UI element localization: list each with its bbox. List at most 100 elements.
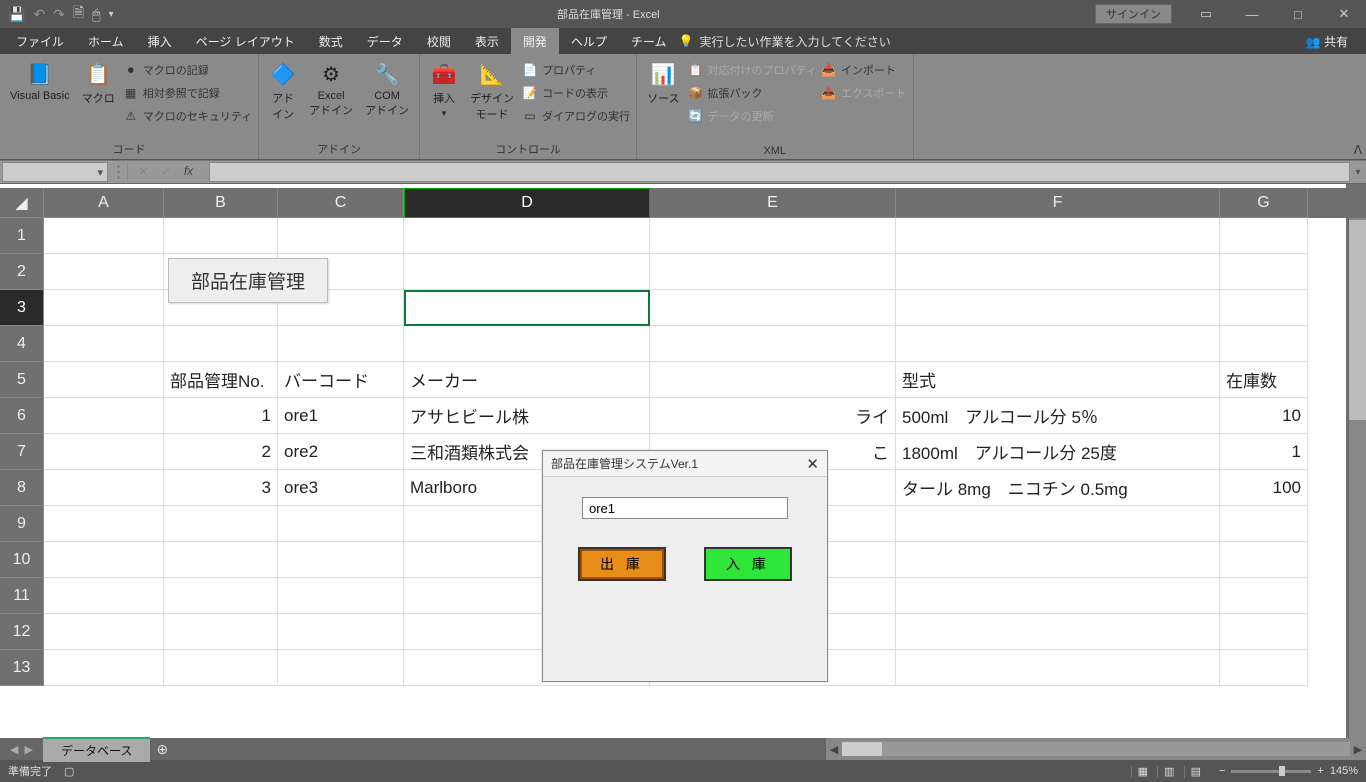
sheet-tab[interactable]: データベース	[43, 737, 150, 762]
col-B[interactable]: B	[164, 188, 278, 218]
tab-view[interactable]: 表示	[463, 28, 511, 54]
col-F[interactable]: F	[896, 188, 1220, 218]
cell[interactable]	[896, 578, 1220, 614]
col-C[interactable]: C	[278, 188, 404, 218]
zoom-out-icon[interactable]: −	[1219, 765, 1225, 777]
relative-ref-button[interactable]: ▦相対参照で記録	[123, 83, 252, 103]
cell[interactable]	[1220, 254, 1308, 290]
scroll-left-icon[interactable]: ◀	[826, 743, 842, 756]
cell[interactable]	[164, 326, 278, 362]
cell[interactable]: ore1	[278, 398, 404, 434]
tab-formulas[interactable]: 数式	[307, 28, 355, 54]
row-7[interactable]: 7	[0, 434, 44, 470]
cell[interactable]	[278, 614, 404, 650]
formula-input[interactable]	[209, 162, 1350, 182]
cell[interactable]	[44, 650, 164, 686]
row-3[interactable]: 3	[0, 290, 44, 326]
cell[interactable]	[650, 362, 896, 398]
cell[interactable]	[650, 254, 896, 290]
zoom-in-icon[interactable]: +	[1317, 765, 1323, 777]
enter-formula-icon[interactable]: ✓	[161, 164, 172, 180]
cell[interactable]: タール 8mg ニコチン 0.5mg	[896, 470, 1220, 506]
col-E[interactable]: E	[650, 188, 896, 218]
header-cell[interactable]: 在庫数	[1220, 362, 1308, 398]
cell[interactable]	[44, 434, 164, 470]
cell[interactable]	[44, 362, 164, 398]
cell[interactable]	[44, 614, 164, 650]
cell[interactable]: 2	[164, 434, 278, 470]
cell[interactable]: ore3	[278, 470, 404, 506]
normal-view-icon[interactable]: ▦	[1131, 766, 1154, 778]
macros-button[interactable]: 📋 マクロ	[78, 56, 119, 106]
record-macro-status-icon[interactable]: ▢	[64, 765, 74, 778]
horizontal-scrollbar[interactable]: ◀ ▶	[826, 738, 1366, 760]
namebox-expand-icon[interactable]: ⋮	[110, 162, 128, 182]
cell[interactable]	[278, 506, 404, 542]
cell[interactable]	[44, 578, 164, 614]
cell[interactable]	[1220, 614, 1308, 650]
tab-pagelayout[interactable]: ページ レイアウト	[184, 28, 307, 54]
qat-dropdown-icon[interactable]: ▾	[109, 9, 114, 20]
page-layout-view-icon[interactable]: ▥	[1157, 766, 1180, 778]
cell[interactable]	[278, 326, 404, 362]
cell[interactable]: 3	[164, 470, 278, 506]
cell[interactable]: 1	[1220, 434, 1308, 470]
row-5[interactable]: 5	[0, 362, 44, 398]
cell[interactable]	[404, 326, 650, 362]
tell-me[interactable]: 💡 実行したい作業を入力してください	[679, 33, 891, 50]
collapse-ribbon-icon[interactable]: ᐱ	[1354, 143, 1362, 157]
cell[interactable]	[404, 218, 650, 254]
tab-nav[interactable]: ◀▶	[0, 743, 43, 756]
cell[interactable]	[164, 542, 278, 578]
ribbon-options-icon[interactable]: ▭	[1184, 0, 1228, 28]
dialog-close-icon[interactable]: ✕	[806, 455, 819, 473]
view-code-button[interactable]: 📝コードの表示	[522, 83, 630, 103]
visual-basic-button[interactable]: 📘 Visual Basic	[6, 56, 74, 102]
record-macro-button[interactable]: ⏺マクロの記録	[123, 60, 252, 80]
com-addins-button[interactable]: 🔧COM アドイン	[361, 56, 413, 118]
minimize-icon[interactable]: —	[1230, 0, 1274, 28]
cell[interactable]	[44, 506, 164, 542]
col-G[interactable]: G	[1220, 188, 1308, 218]
next-sheet-icon[interactable]: ▶	[24, 743, 32, 756]
row-13[interactable]: 13	[0, 650, 44, 686]
cell[interactable]	[1220, 326, 1308, 362]
cell[interactable]	[896, 254, 1220, 290]
cell[interactable]	[278, 218, 404, 254]
cell[interactable]	[44, 398, 164, 434]
cell[interactable]	[896, 542, 1220, 578]
receive-in-button[interactable]: 入 庫	[704, 547, 792, 581]
cell[interactable]	[896, 218, 1220, 254]
col-D[interactable]: D	[404, 188, 650, 218]
row-2[interactable]: 2	[0, 254, 44, 290]
cell[interactable]	[650, 218, 896, 254]
redo-icon[interactable]: ↷	[53, 6, 65, 23]
cell[interactable]	[164, 578, 278, 614]
zoom-slider[interactable]	[1231, 770, 1311, 773]
cell[interactable]	[164, 506, 278, 542]
import-button[interactable]: 📥インポート	[821, 60, 907, 80]
insert-control-button[interactable]: 🧰挿入▾	[426, 56, 462, 119]
name-box[interactable]: ▾	[2, 162, 108, 182]
cell[interactable]	[164, 218, 278, 254]
row-1[interactable]: 1	[0, 218, 44, 254]
cell[interactable]	[1220, 650, 1308, 686]
cell[interactable]	[896, 506, 1220, 542]
run-dialog-button[interactable]: ▭ダイアログの実行	[522, 106, 630, 126]
preview-icon[interactable]: 🗎	[73, 2, 84, 26]
cell[interactable]	[44, 254, 164, 290]
tab-help[interactable]: ヘルプ	[559, 28, 619, 54]
cell[interactable]	[164, 650, 278, 686]
close-icon[interactable]: ✕	[1322, 0, 1366, 28]
row-6[interactable]: 6	[0, 398, 44, 434]
cell[interactable]: 500ml アルコール分 5％	[896, 398, 1220, 434]
row-12[interactable]: 12	[0, 614, 44, 650]
cell[interactable]	[404, 254, 650, 290]
share-button[interactable]: 👥 共有	[1292, 33, 1362, 50]
tab-home[interactable]: ホーム	[76, 28, 136, 54]
row-9[interactable]: 9	[0, 506, 44, 542]
macro-security-button[interactable]: ⚠マクロのセキュリティ	[123, 106, 252, 126]
cell[interactable]	[1220, 218, 1308, 254]
cell[interactable]	[896, 614, 1220, 650]
vertical-scrollbar[interactable]	[1348, 218, 1366, 738]
